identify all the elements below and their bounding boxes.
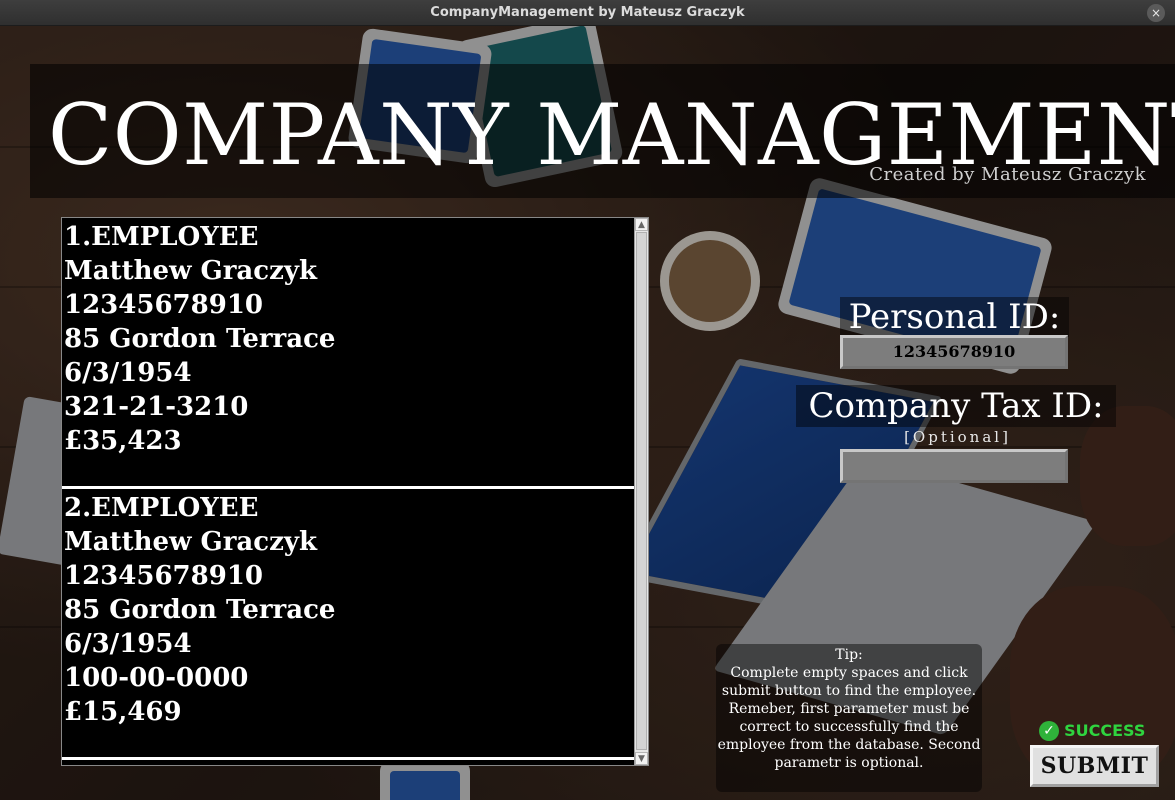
employee-card: 2.EMPLOYEE Matthew Graczyk 12345678910 8… [62, 489, 634, 760]
list-scrollbar[interactable]: ▲ ▼ [634, 218, 648, 765]
personal-id-input[interactable]: 12345678910 [840, 335, 1068, 369]
employee-list-panel[interactable]: 1.EMPLOYEE Matthew Graczyk 12345678910 8… [61, 217, 649, 766]
status-indicator: ✓ SUCCESS [1039, 720, 1145, 742]
scroll-up-icon[interactable]: ▲ [635, 218, 648, 231]
window-title: CompanyManagement by Mateusz Graczyk [430, 5, 745, 20]
employee-birth-date: 6/3/1954 [64, 358, 192, 388]
company-tax-id-label: Company Tax ID: [796, 385, 1116, 427]
tip-box: Tip: Complete empty spaces and click sub… [716, 644, 982, 792]
employee-address: 85 Gordon Terrace [64, 324, 336, 354]
tip-title: Tip: [835, 647, 863, 663]
app-subtitle: Created by Mateusz Graczyk [869, 164, 1146, 185]
optional-note: [Optional] [904, 428, 1011, 446]
employee-tax-id: 321-21-3210 [64, 392, 249, 422]
tip-text: Complete empty spaces and click submit b… [717, 665, 981, 771]
company-tax-id-input[interactable] [840, 449, 1068, 483]
scroll-down-icon[interactable]: ▼ [635, 752, 648, 765]
employee-salary: £15,469 [64, 697, 182, 727]
status-text: SUCCESS [1064, 721, 1146, 740]
employee-tax-id: 100-00-0000 [64, 663, 249, 693]
submit-button[interactable]: SUBMIT [1030, 745, 1159, 787]
header-banner: COMPANY MANAGEMENT Created by Mateusz Gr… [30, 64, 1175, 198]
close-icon[interactable]: × [1147, 4, 1165, 22]
employee-personal-id: 12345678910 [64, 561, 263, 591]
employee-card: 1.EMPLOYEE Matthew Graczyk 12345678910 8… [62, 218, 634, 489]
personal-id-label: Personal ID: [840, 297, 1069, 337]
employee-name: Matthew Graczyk [64, 256, 317, 286]
employee-list[interactable]: 1.EMPLOYEE Matthew Graczyk 12345678910 8… [62, 218, 634, 765]
employee-salary: £35,423 [64, 426, 182, 456]
check-icon: ✓ [1039, 720, 1059, 741]
employee-heading: 1.EMPLOYEE [64, 222, 259, 252]
employee-personal-id: 12345678910 [64, 290, 263, 320]
employee-heading: 2.EMPLOYEE [64, 493, 259, 523]
employee-birth-date: 6/3/1954 [64, 629, 192, 659]
employee-name: Matthew Graczyk [64, 527, 317, 557]
scrollbar-thumb[interactable] [636, 232, 647, 750]
window-titlebar: CompanyManagement by Mateusz Graczyk × [0, 0, 1175, 26]
employee-address: 85 Gordon Terrace [64, 595, 336, 625]
